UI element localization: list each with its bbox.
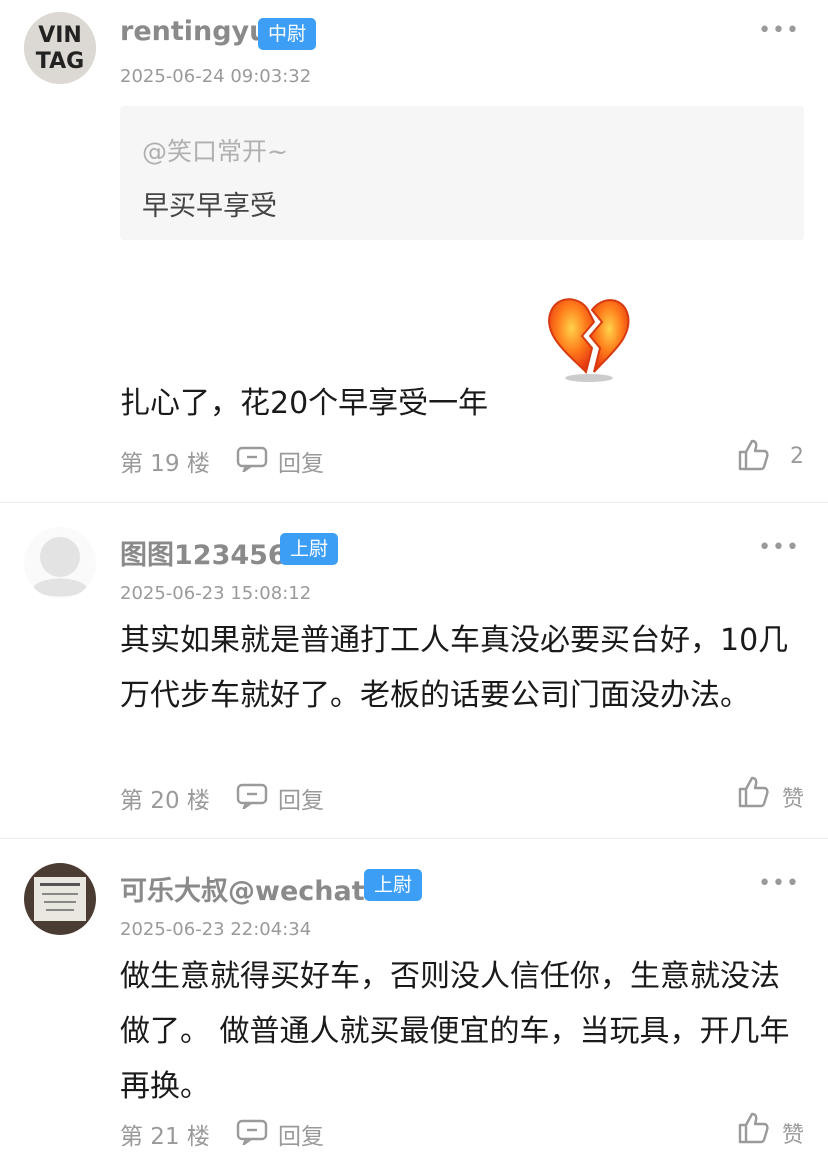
comment-text: 扎心了，花20个早享受一年: [120, 386, 489, 421]
rank-badge: 上尉: [364, 869, 423, 901]
rank-badge: 中尉: [258, 18, 317, 50]
floor-label: 第 20 楼: [120, 788, 210, 814]
like-icon[interactable]: [736, 775, 770, 813]
timestamp: 2025-06-23 22:04:34: [120, 919, 312, 940]
username[interactable]: rentingyu: [120, 16, 268, 47]
rank-badge: 上尉: [280, 533, 339, 565]
avatar[interactable]: [24, 527, 96, 599]
comment-text: 做生意就得买好车，否则没人信任你，生意就没法做了。 做普通人就买最便宜的车，当玩…: [120, 959, 790, 1104]
comment-item: VIN TAG rentingyu 中尉 ••• 2025-06-24 09:0…: [0, 0, 828, 500]
like-icon[interactable]: [736, 1111, 770, 1149]
comment-footer: 第 19 楼 回复 2: [120, 439, 804, 478]
comment-item: 可乐大叔@wechat 上尉 ••• 2025-06-23 22:04:34 做…: [0, 839, 828, 1159]
avatar-text-1: VIN: [38, 23, 82, 48]
reply-icon[interactable]: [236, 783, 268, 813]
more-icon[interactable]: •••: [758, 535, 800, 560]
quoted-text: 早买早享受: [142, 191, 277, 222]
reply-button[interactable]: 回复: [278, 781, 324, 815]
timestamp: 2025-06-24 09:03:32: [120, 66, 312, 87]
comment-footer: 第 21 楼 回复 赞: [120, 1112, 804, 1151]
more-icon[interactable]: •••: [758, 18, 800, 43]
floor-label: 第 21 楼: [120, 1124, 210, 1150]
reply-button[interactable]: 回复: [278, 444, 324, 478]
reply-button[interactable]: 回复: [278, 1117, 324, 1151]
like-icon[interactable]: [736, 438, 770, 476]
more-icon[interactable]: •••: [758, 871, 800, 896]
comment-footer: 第 20 楼 回复 赞: [120, 776, 804, 815]
like-button[interactable]: 赞: [782, 1117, 804, 1149]
like-button[interactable]: 赞: [782, 781, 804, 813]
comment-item: 图图123456 上尉 ••• 2025-06-23 15:08:12 其实如果…: [0, 503, 828, 838]
comment-text: 其实如果就是普通打工人车真没必要买台好，10几万代步车就好了。老板的话要公司门面…: [120, 623, 789, 713]
timestamp: 2025-06-23 15:08:12: [120, 583, 312, 604]
avatar[interactable]: [24, 863, 96, 935]
quoted-user[interactable]: @笑口常开~: [142, 132, 288, 168]
username[interactable]: 图图123456: [120, 533, 287, 572]
broken-heart-emoji: [544, 292, 634, 386]
reply-icon[interactable]: [236, 446, 268, 476]
avatar-text-2: TAG: [36, 49, 84, 74]
floor-label: 第 19 楼: [120, 451, 210, 477]
username[interactable]: 可乐大叔@wechat: [120, 869, 365, 908]
avatar[interactable]: VIN TAG: [24, 12, 96, 84]
reply-icon[interactable]: [236, 1119, 268, 1149]
quoted-comment[interactable]: @笑口常开~ 早买早享受: [120, 106, 804, 240]
like-count[interactable]: 2: [790, 444, 804, 469]
